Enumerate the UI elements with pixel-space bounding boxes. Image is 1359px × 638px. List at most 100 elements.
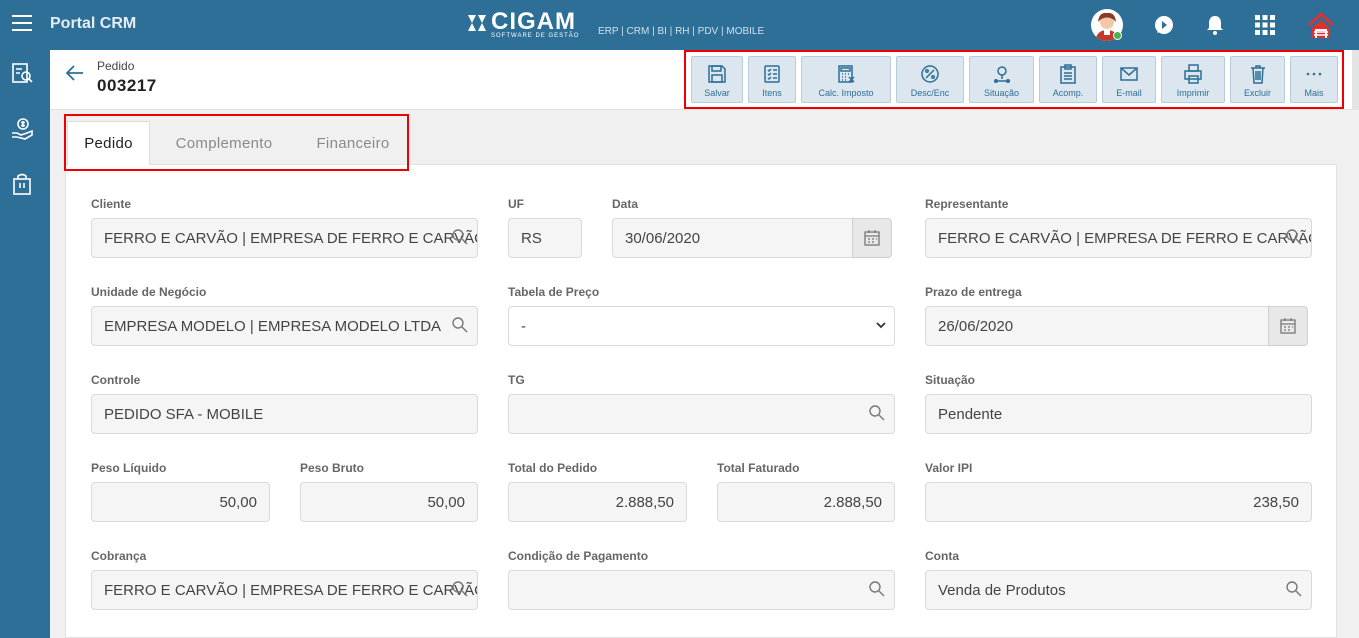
controle-field[interactable]: PEDIDO SFA - MOBILE	[91, 394, 478, 434]
location-icon	[993, 66, 1010, 84]
apps-grid-icon[interactable]	[1253, 13, 1277, 37]
search-icon[interactable]	[868, 580, 886, 598]
email-label: E-mail	[1116, 88, 1142, 98]
more-label: Mais	[1304, 88, 1324, 98]
total-pedido-value: 2.888,50	[615, 493, 674, 511]
calc-tax-label: Calc. Imposto	[818, 88, 874, 98]
more-button[interactable]: Mais	[1290, 56, 1338, 103]
delete-label: Excluir	[1243, 88, 1271, 98]
brand-name: CIGAM	[491, 8, 576, 35]
peso-liquido-field[interactable]: 50,00	[91, 482, 270, 522]
unidade-label: Unidade de Negócio	[91, 285, 207, 299]
representante-label: Representante	[925, 197, 1009, 211]
situacao-field[interactable]: Pendente	[925, 394, 1312, 434]
money-hand-icon[interactable]	[10, 117, 34, 141]
page-title: 003217	[97, 76, 157, 95]
home-logo-icon[interactable]	[1304, 8, 1338, 42]
status-label: Situação	[983, 88, 1020, 98]
cigam-mark-icon	[468, 15, 486, 31]
email-icon	[1120, 67, 1138, 81]
calendar-icon	[864, 230, 880, 246]
prazo-label: Prazo de entrega	[925, 285, 1022, 299]
brand-modules: ERP | CRM | BI | RH | PDV | MOBILE	[598, 26, 765, 37]
menu-icon[interactable]	[12, 15, 32, 33]
back-arrow-icon[interactable]	[65, 64, 85, 82]
brand-tagline: SOFTWARE DE GESTÃO	[491, 33, 580, 39]
calc-tax-button[interactable]: Calc. Imposto	[801, 56, 891, 103]
conta-value: Venda de Produtos	[938, 581, 1066, 599]
representante-field[interactable]: FERRO E CARVÃO | EMPRESA DE FERRO E CARV…	[925, 218, 1312, 258]
items-button[interactable]: Itens	[748, 56, 796, 103]
follow-up-button[interactable]: Acomp.	[1039, 56, 1097, 103]
brand-logo: CIGAM SOFTWARE DE GESTÃO	[466, 8, 580, 39]
search-icon[interactable]	[451, 580, 469, 598]
peso-bruto-value: 50,00	[427, 493, 465, 511]
percent-icon	[921, 65, 939, 83]
cliente-field[interactable]: FERRO E CARVÃO | EMPRESA DE FERRO E CARV…	[91, 218, 478, 258]
print-label: Imprimir	[1176, 88, 1210, 98]
situacao-label: Situação	[925, 373, 976, 387]
more-icon	[1306, 72, 1322, 76]
data-calendar-button[interactable]	[852, 218, 892, 258]
search-icon[interactable]	[1285, 228, 1303, 246]
search-icon[interactable]	[451, 228, 469, 246]
peso-liquido-value: 50,00	[219, 493, 257, 511]
data-field[interactable]: 30/06/2020	[612, 218, 853, 258]
controle-value: PEDIDO SFA - MOBILE	[104, 405, 264, 423]
representante-value: FERRO E CARVÃO | EMPRESA DE FERRO E CARV…	[938, 229, 1311, 247]
prazo-field[interactable]: 26/06/2020	[925, 306, 1269, 346]
print-button[interactable]: Imprimir	[1161, 56, 1225, 103]
peso-bruto-label: Peso Bruto	[300, 461, 365, 475]
discount-button[interactable]: Desc/Enc	[896, 56, 964, 103]
cobranca-label: Cobrança	[91, 549, 147, 563]
calendar-icon	[1280, 318, 1296, 334]
cobranca-field[interactable]: FERRO E CARVÃO | EMPRESA DE FERRO E CARV…	[91, 570, 478, 610]
total-pedido-field[interactable]: 2.888,50	[508, 482, 687, 522]
data-value: 30/06/2020	[625, 229, 701, 247]
total-faturado-field[interactable]: 2.888,50	[717, 482, 895, 522]
app-title: Portal CRM	[50, 15, 137, 32]
conta-field[interactable]: Venda de Produtos	[925, 570, 1312, 610]
clipboard-icon	[1060, 64, 1076, 84]
tabela-value: -	[521, 317, 526, 335]
email-button[interactable]: E-mail	[1102, 56, 1156, 103]
follow-up-label: Acomp.	[1052, 88, 1084, 98]
valor-ipi-field[interactable]: 238,50	[925, 482, 1312, 522]
cliente-label: Cliente	[91, 197, 132, 211]
tabela-select[interactable]: -	[508, 306, 895, 346]
condicao-label: Condição de Pagamento	[508, 549, 649, 563]
items-label: Itens	[762, 88, 782, 98]
total-faturado-label: Total Faturado	[717, 461, 800, 475]
tabela-label: Tabela de Preço	[508, 285, 600, 299]
total-pedido-label: Total do Pedido	[508, 461, 598, 475]
status-button[interactable]: Situação	[969, 56, 1034, 103]
peso-liquido-label: Peso Líquido	[91, 461, 167, 475]
contacts-search-icon[interactable]	[10, 61, 34, 85]
data-label: Data	[612, 197, 639, 211]
uf-field[interactable]: RS	[508, 218, 582, 258]
save-button[interactable]: Salvar	[691, 56, 743, 103]
search-icon[interactable]	[868, 404, 886, 422]
tg-field[interactable]	[508, 394, 895, 434]
cobranca-value: FERRO E CARVÃO | EMPRESA DE FERRO E CARV…	[104, 581, 477, 599]
tabs-highlight	[64, 114, 409, 171]
total-faturado-value: 2.888,50	[823, 493, 882, 511]
save-icon	[708, 65, 726, 83]
cliente-value: FERRO E CARVÃO | EMPRESA DE FERRO E CARV…	[104, 229, 477, 247]
condicao-field[interactable]	[508, 570, 895, 610]
unidade-field[interactable]: EMPRESA MODELO | EMPRESA MODELO LTDA	[91, 306, 478, 346]
bell-icon[interactable]	[1203, 13, 1227, 37]
prazo-calendar-button[interactable]	[1268, 306, 1308, 346]
chat-icon[interactable]	[1152, 13, 1176, 37]
shopping-bag-icon[interactable]	[10, 172, 34, 196]
delete-button[interactable]: Excluir	[1230, 56, 1285, 103]
prazo-value: 26/06/2020	[938, 317, 1014, 335]
save-label: Salvar	[704, 88, 730, 98]
chevron-down-icon	[876, 322, 886, 329]
online-status-indicator	[1113, 31, 1122, 40]
search-icon[interactable]	[1285, 580, 1303, 598]
search-icon[interactable]	[451, 316, 469, 334]
peso-bruto-field[interactable]: 50,00	[300, 482, 478, 522]
trash-icon	[1250, 65, 1265, 84]
tg-label: TG	[508, 373, 525, 387]
